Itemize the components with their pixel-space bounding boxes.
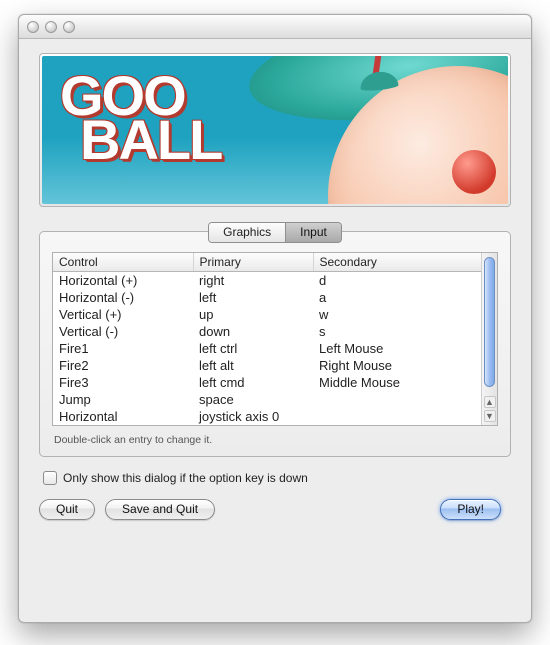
cell-primary[interactable]: left cmd [193, 374, 313, 391]
cell-primary[interactable]: joystick axis 0 [193, 408, 313, 425]
table-row[interactable]: Horizontal (-)lefta [53, 289, 481, 306]
cell-control[interactable]: Jump [53, 391, 193, 408]
cell-secondary[interactable]: d [313, 272, 481, 290]
cell-primary[interactable]: left alt [193, 357, 313, 374]
table-row[interactable]: Fire3left cmdMiddle Mouse [53, 374, 481, 391]
cell-secondary[interactable] [313, 391, 481, 408]
cell-primary[interactable]: up [193, 306, 313, 323]
cell-control[interactable]: Fire2 [53, 357, 193, 374]
only-show-option-checkbox[interactable] [43, 471, 57, 485]
cell-control[interactable]: Vertical (-) [53, 323, 193, 340]
header-primary[interactable]: Primary [193, 253, 313, 272]
cell-primary[interactable]: left ctrl [193, 340, 313, 357]
cell-control[interactable]: Vertical (+) [53, 306, 193, 323]
tab-input[interactable]: Input [286, 223, 341, 242]
logo-line-2: BALL [80, 116, 221, 164]
play-button[interactable]: Play! [440, 499, 501, 520]
cell-primary[interactable]: down [193, 323, 313, 340]
cell-primary[interactable]: left [193, 289, 313, 306]
header-secondary[interactable]: Secondary [313, 253, 481, 272]
cell-primary[interactable]: space [193, 391, 313, 408]
table-row[interactable]: Jumpspace [53, 391, 481, 408]
cell-secondary[interactable]: Left Mouse [313, 340, 481, 357]
minimize-icon[interactable] [45, 21, 57, 33]
game-logo: GOO BALL [60, 72, 201, 167]
cell-secondary[interactable]: a [313, 289, 481, 306]
tab-graphics[interactable]: Graphics [209, 223, 286, 242]
cell-primary[interactable]: right [193, 272, 313, 290]
table-row[interactable]: Horizontal (+)rightd [53, 272, 481, 290]
close-icon[interactable] [27, 21, 39, 33]
cell-secondary[interactable] [313, 408, 481, 425]
table-row[interactable]: Fire1left ctrlLeft Mouse [53, 340, 481, 357]
table-row[interactable]: Vertical (+)upw [53, 306, 481, 323]
quit-button[interactable]: Quit [39, 499, 95, 520]
save-and-quit-button[interactable]: Save and Quit [105, 499, 215, 520]
table-row[interactable]: Vertical (-)downs [53, 323, 481, 340]
cell-secondary[interactable]: Middle Mouse [313, 374, 481, 391]
banner-frame: GOO BALL [39, 53, 511, 207]
table-scrollbar[interactable]: ▲ ▼ [481, 253, 497, 425]
input-table-wrap: Control Primary Secondary Horizontal (+)… [52, 252, 498, 426]
header-control[interactable]: Control [53, 253, 193, 272]
cell-control[interactable]: Fire1 [53, 340, 193, 357]
launcher-window: GOO BALL Graphics Input [18, 14, 532, 623]
scroll-up-icon[interactable]: ▲ [484, 396, 496, 408]
tab-group: Graphics Input [208, 222, 342, 243]
cell-control[interactable]: Horizontal (-) [53, 289, 193, 306]
scrollbar-thumb[interactable] [484, 257, 495, 387]
hint-text: Double-click an entry to change it. [52, 434, 498, 446]
cell-control[interactable]: Horizontal (+) [53, 272, 193, 290]
input-bindings-table[interactable]: Control Primary Secondary Horizontal (+)… [53, 253, 481, 425]
cell-secondary[interactable]: w [313, 306, 481, 323]
cell-control[interactable]: Horizontal [53, 408, 193, 425]
table-row[interactable]: Horizontaljoystick axis 0 [53, 408, 481, 425]
cell-secondary[interactable]: Right Mouse [313, 357, 481, 374]
tab-content: Control Primary Secondary Horizontal (+)… [39, 231, 511, 457]
table-row[interactable]: Fire2left altRight Mouse [53, 357, 481, 374]
zoom-icon[interactable] [63, 21, 75, 33]
banner-image: GOO BALL [42, 56, 508, 204]
cell-secondary[interactable]: s [313, 323, 481, 340]
only-show-option-label[interactable]: Only show this dialog if the option key … [63, 471, 308, 485]
cell-control[interactable]: Fire3 [53, 374, 193, 391]
titlebar[interactable] [19, 15, 531, 39]
scroll-down-icon[interactable]: ▼ [484, 410, 496, 422]
